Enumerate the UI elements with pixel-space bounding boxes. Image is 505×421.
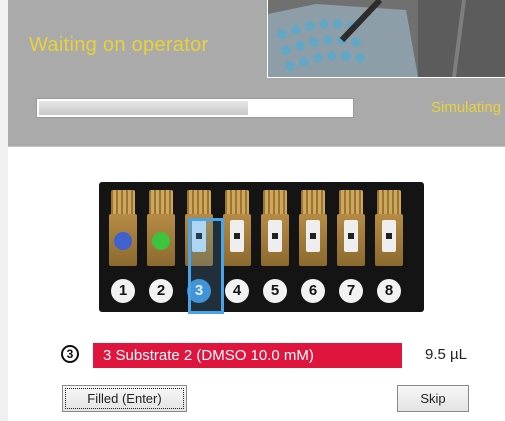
well-plate: 12345678	[99, 182, 424, 312]
well-fill-indicator	[114, 232, 132, 250]
well-center-dot	[310, 233, 316, 239]
well-contacts	[339, 190, 363, 216]
skip-button[interactable]: Skip	[397, 385, 469, 412]
well-8	[375, 190, 403, 268]
well-number-6: 6	[301, 279, 325, 303]
well-contacts	[301, 190, 325, 216]
well-center-dot	[386, 233, 392, 239]
well-2	[147, 190, 175, 268]
well-strip	[109, 190, 414, 270]
well-number-7: 7	[339, 279, 363, 303]
active-well-highlight	[188, 218, 224, 314]
well-center-dot	[234, 233, 240, 239]
well-contacts	[263, 190, 287, 216]
current-well-badge: 3	[61, 345, 79, 363]
camera-view	[267, 0, 505, 78]
well-contacts	[377, 190, 401, 216]
camera-image	[268, 0, 505, 77]
well-4	[223, 190, 251, 268]
well-number-4: 4	[225, 279, 249, 303]
simulating-label: Simulating	[431, 99, 502, 116]
well-fill-indicator	[152, 232, 170, 250]
well-contacts	[149, 190, 173, 216]
well-contacts	[111, 190, 135, 216]
well-6	[299, 190, 327, 268]
well-5	[261, 190, 289, 268]
well-7	[337, 190, 365, 268]
well-number-5: 5	[263, 279, 287, 303]
well-center-dot	[272, 233, 278, 239]
volume-readout: 9.5 µL	[425, 346, 468, 363]
well-1	[109, 190, 137, 268]
well-contacts	[225, 190, 249, 216]
well-number-2: 2	[149, 279, 173, 303]
window-edge	[0, 0, 8, 421]
operator-window: Waiting on operator Simulating 12345678	[0, 0, 505, 421]
well-number-1: 1	[111, 279, 135, 303]
progress-bar	[36, 98, 354, 118]
progress-fill	[39, 101, 248, 115]
well-contacts	[187, 190, 211, 216]
status-title: Waiting on operator	[29, 34, 209, 56]
well-center-dot	[348, 233, 354, 239]
well-number-8: 8	[377, 279, 401, 303]
substrate-label-bar: 3 Substrate 2 (DMSO 10.0 mM)	[93, 343, 402, 368]
filled-button[interactable]: Filled (Enter)	[62, 385, 187, 412]
